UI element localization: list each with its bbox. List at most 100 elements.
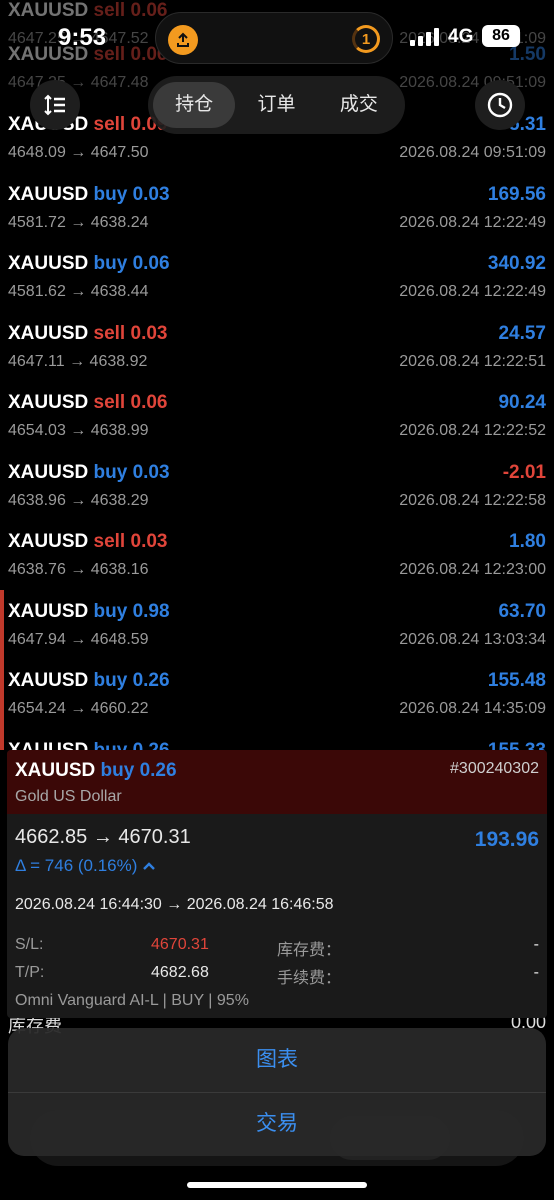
detail-strategy: Omni Vanguard AI-L | BUY | 95%: [15, 992, 249, 1009]
signal-icon: [410, 28, 439, 46]
row-symbol: XAUUSD: [8, 670, 89, 691]
position-row[interactable]: XAUUSD sell 0.03 24.57 4647.11 → 4638.92 20…: [0, 323, 554, 393]
row-time: 2026.08.24 12:22:52: [399, 422, 546, 439]
sort-button[interactable]: [30, 80, 80, 130]
sort-icon: [44, 94, 65, 116]
network-label: 4G: [448, 26, 474, 47]
detail-price: 4662.85 → 4670.31: [15, 826, 191, 848]
row-profit: 90.24: [498, 392, 546, 413]
detail-header: XAUUSD buy 0.26 #300240302 Gold US Dolla…: [7, 750, 547, 814]
detail-symbol: XAUUSD: [15, 760, 96, 781]
upload-icon: [168, 25, 198, 55]
row-profit: -2.01: [502, 462, 546, 483]
detail-times: 2026.08.24 16:44:30 → 2026.08.24 16:46:5…: [15, 896, 334, 913]
row-symbol: XAUUSD: [8, 392, 89, 413]
detail-profit: 193.96: [474, 828, 539, 851]
row-volume: 0.06: [132, 253, 170, 274]
status-bar: 9:53 1 4G 86: [0, 0, 554, 76]
row-side: sell: [93, 114, 126, 135]
row-title: XAUUSD buy 0.03: [8, 184, 170, 206]
row-title: XAUUSD buy 0.98: [8, 601, 170, 623]
row-profit: 1.80: [509, 531, 546, 552]
row-profit: 169.56: [487, 184, 546, 205]
row-title: XAUUSD buy 0.06: [8, 253, 170, 275]
row-price: 4647.11 → 4638.92: [8, 353, 148, 370]
row-symbol: XAUUSD: [8, 531, 89, 552]
row-time: 2026.08.24 14:35:09: [399, 700, 546, 717]
position-row[interactable]: XAUUSD buy 0.06 340.92 4581.62 → 4638.44 20…: [0, 253, 554, 323]
row-side: buy: [93, 462, 128, 483]
row-profit: 63.70: [498, 601, 546, 622]
row-volume: 0.03: [132, 184, 170, 205]
detail-ticket: #300240302: [450, 760, 539, 777]
history-button[interactable]: [475, 80, 525, 130]
row-title: XAUUSD sell 0.06: [8, 392, 167, 414]
row-symbol: XAUUSD: [8, 184, 89, 205]
fee-value: -: [533, 964, 539, 981]
row-time: 2026.08.24 12:22:49: [399, 214, 546, 231]
trade-button[interactable]: 交易: [8, 1092, 546, 1156]
battery-icon: 86: [482, 25, 520, 47]
position-detail-card[interactable]: XAUUSD buy 0.26 #300240302 Gold US Dolla…: [7, 750, 547, 1018]
row-price: 4648.09 → 4647.50: [8, 144, 149, 161]
swap-value: -: [533, 936, 539, 953]
row-time: 2026.08.24 12:22:51: [399, 353, 546, 370]
detail-side: buy: [100, 760, 135, 781]
row-profit: 24.57: [498, 323, 546, 344]
detail-delta: Δ = 746 (0.16%): [15, 856, 156, 876]
detail-title: XAUUSD buy 0.26: [15, 760, 177, 782]
position-row[interactable]: XAUUSD buy 0.03 169.56 4581.72 → 4638.24 20…: [0, 184, 554, 254]
tab-segment: 持仓 订单 成交: [148, 76, 405, 134]
chart-button[interactable]: 图表: [8, 1028, 546, 1092]
position-row[interactable]: XAUUSD buy 0.03 -2.01 4638.96 → 4638.29 202…: [0, 462, 554, 532]
row-time: 2026.08.24 12:23:00: [399, 561, 546, 578]
position-row[interactable]: XAUUSD sell 0.06 90.24 4654.03 → 4638.99 20…: [0, 392, 554, 462]
row-side: sell: [93, 323, 126, 344]
row-price: 4581.62 → 4638.44: [8, 283, 149, 300]
row-symbol: XAUUSD: [8, 253, 89, 274]
row-volume: 0.06: [130, 392, 168, 413]
row-time: 2026.08.24 09:51:09: [399, 74, 546, 91]
home-indicator: [187, 1182, 367, 1188]
row-profit: 155.48: [487, 670, 546, 691]
row-volume: 0.98: [132, 601, 170, 622]
row-volume: 0.03: [130, 531, 168, 552]
row-symbol: XAUUSD: [8, 601, 89, 622]
row-side: buy: [93, 253, 128, 274]
tab-positions[interactable]: 持仓: [153, 82, 236, 128]
detail-volume: 0.26: [139, 760, 177, 781]
position-row[interactable]: XAUUSD sell 0.03 1.80 4638.76 → 4638.16 202…: [0, 531, 554, 601]
fee-label: 手续费：: [277, 970, 342, 987]
row-price: 4647.94 → 4648.59: [8, 631, 149, 648]
row-side: sell: [93, 531, 126, 552]
tp-label: T/P:: [15, 964, 45, 981]
position-row[interactable]: XAUUSD buy 0.98 63.70 4647.94 → 4648.59 202…: [0, 601, 554, 671]
row-volume: 0.03: [130, 323, 168, 344]
row-title: XAUUSD buy 0.03: [8, 462, 170, 484]
row-title: XAUUSD buy 0.26: [8, 670, 170, 692]
row-title: XAUUSD sell 0.03: [8, 531, 167, 553]
clock-icon: [487, 92, 513, 118]
row-time: 2026.08.24 12:22:49: [399, 283, 546, 300]
row-side: buy: [93, 184, 128, 205]
row-price: 4581.72 → 4638.24: [8, 214, 149, 231]
row-price: 4654.03 → 4638.99: [8, 422, 149, 439]
row-title: XAUUSD sell 0.09: [8, 114, 167, 136]
position-row[interactable]: XAUUSD buy 0.26 155.48 4654.24 → 4660.22 20…: [0, 670, 554, 740]
tab-deals[interactable]: 成交: [318, 82, 400, 128]
sl-label: S/L:: [15, 936, 44, 953]
row-price: 4647.25 → 4647.48: [8, 74, 149, 91]
row-title: XAUUSD sell 0.03: [8, 323, 167, 345]
row-symbol: XAUUSD: [8, 323, 89, 344]
chevron-up-icon: [143, 862, 155, 870]
tab-orders[interactable]: 订单: [235, 82, 317, 128]
row-symbol: XAUUSD: [8, 462, 89, 483]
row-side: buy: [93, 601, 128, 622]
dynamic-island[interactable]: 1: [155, 12, 393, 64]
row-price: 4638.96 → 4638.29: [8, 492, 149, 509]
row-price: 4638.76 → 4638.16: [8, 561, 149, 578]
row-volume: 0.26: [132, 670, 170, 691]
status-time: 9:53: [58, 24, 107, 51]
row-price: 4654.24 → 4660.22: [8, 700, 149, 717]
selected-row-indicator: [0, 590, 4, 750]
